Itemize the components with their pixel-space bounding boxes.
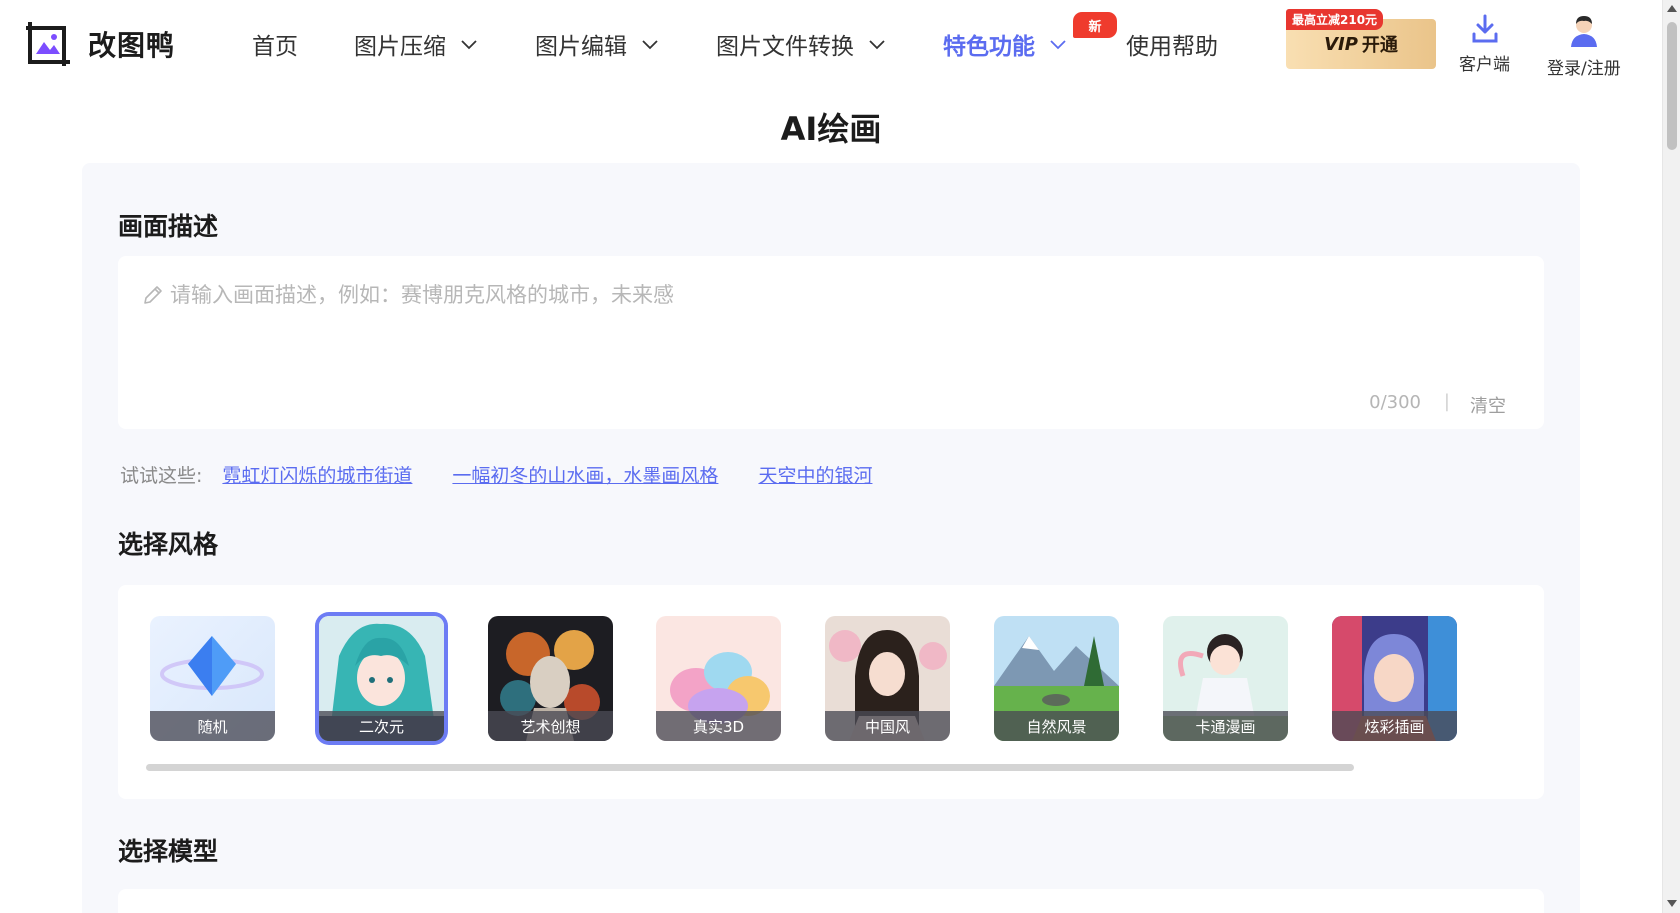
style-card-anime[interactable]: 二次元 bbox=[319, 616, 444, 741]
chevron-down-icon bbox=[869, 40, 885, 50]
pencil-icon bbox=[144, 286, 162, 304]
scroll-up-icon[interactable] bbox=[1667, 5, 1677, 12]
nav-label: 特色功能 bbox=[943, 34, 1035, 60]
style-card-cartoon[interactable]: 卡通漫画 bbox=[1163, 616, 1288, 741]
style-label: 艺术创想 bbox=[488, 711, 613, 741]
vip-open-label: 开通 bbox=[1361, 35, 1398, 56]
nav-item-help[interactable]: 使用帮助 bbox=[1126, 27, 1218, 61]
char-counter: 0/300 bbox=[1369, 392, 1421, 413]
nav-label: 图片编辑 bbox=[535, 34, 627, 60]
style-card-art[interactable]: 艺术创想 bbox=[488, 616, 613, 741]
nav-item-image-edit[interactable]: 图片编辑 bbox=[535, 27, 659, 61]
login-register-button[interactable]: 登录/注册 bbox=[1547, 14, 1621, 79]
description-input[interactable] bbox=[170, 278, 1510, 312]
new-badge: 新 bbox=[1073, 12, 1117, 38]
suggestions-row: 试试这些: 霓虹灯闪烁的城市街道 一幅初冬的山水画，水墨画风格 天空中的银河 bbox=[120, 461, 912, 488]
style-card-3d[interactable]: 真实3D bbox=[656, 616, 781, 741]
clear-button[interactable]: 清空 bbox=[1470, 392, 1506, 418]
suggestions-label: 试试这些: bbox=[120, 465, 203, 487]
style-label: 随机 bbox=[150, 711, 275, 741]
vip-promo-tag: 最高立减210元 bbox=[1286, 9, 1384, 30]
brand-name: 改图鸭 bbox=[88, 29, 176, 62]
suggestion-link[interactable]: 一幅初冬的山水画，水墨画风格 bbox=[452, 461, 718, 488]
logo[interactable]: 改图鸭 bbox=[24, 20, 175, 68]
logo-icon bbox=[24, 20, 72, 68]
nav-item-special-features[interactable]: 特色功能 bbox=[943, 27, 1067, 61]
avatar-icon bbox=[1570, 16, 1597, 47]
style-section-title: 选择风格 bbox=[118, 530, 219, 559]
style-horizontal-scrollbar[interactable] bbox=[146, 764, 1354, 771]
style-label: 中国风 bbox=[825, 711, 950, 741]
model-picker bbox=[118, 889, 1544, 913]
style-card-landscape[interactable]: 自然风景 bbox=[994, 616, 1119, 741]
scroll-down-icon[interactable] bbox=[1667, 900, 1677, 907]
nav-item-image-compress[interactable]: 图片压缩 bbox=[354, 27, 478, 61]
suggestion-link[interactable]: 霓虹灯闪烁的城市街道 bbox=[222, 461, 412, 488]
style-picker: 随机 二次元 艺术创想 真实3D 中国风 自然风景 卡通漫画 炫彩插画 bbox=[118, 585, 1544, 799]
nav-label: 使用帮助 bbox=[1126, 34, 1218, 60]
model-section-title: 选择模型 bbox=[118, 837, 219, 866]
divider: | bbox=[1443, 391, 1450, 412]
description-box: 0/300 | 清空 bbox=[118, 256, 1544, 429]
style-label: 真实3D bbox=[656, 711, 781, 741]
style-card-colorful[interactable]: 炫彩插画 bbox=[1332, 616, 1457, 741]
page-scrollbar[interactable] bbox=[1662, 0, 1680, 913]
style-label: 炫彩插画 bbox=[1332, 711, 1457, 741]
chevron-down-icon bbox=[642, 40, 658, 50]
login-label: 登录/注册 bbox=[1547, 59, 1621, 79]
scroll-thumb[interactable] bbox=[1667, 22, 1677, 150]
nav-label: 首页 bbox=[252, 34, 298, 60]
download-icon bbox=[1472, 14, 1497, 43]
style-card-random[interactable]: 随机 bbox=[150, 616, 275, 741]
style-label: 卡通漫画 bbox=[1163, 711, 1288, 741]
page-title: AI绘画 bbox=[780, 110, 882, 148]
nav-label: 图片压缩 bbox=[354, 34, 446, 60]
style-card-chinese[interactable]: 中国风 bbox=[825, 616, 950, 741]
chevron-down-icon bbox=[1050, 40, 1066, 50]
nav-item-file-convert[interactable]: 图片文件转换 bbox=[716, 27, 886, 61]
style-label: 自然风景 bbox=[994, 711, 1119, 741]
style-label: 二次元 bbox=[319, 711, 444, 741]
nav-label: 图片文件转换 bbox=[716, 34, 854, 60]
chevron-down-icon bbox=[461, 40, 477, 50]
top-header: 改图鸭 首页 图片压缩 图片编辑 图片文件转换 特色功能 新 使用帮助 VIP … bbox=[0, 0, 1662, 92]
description-title: 画面描述 bbox=[118, 212, 219, 241]
suggestion-link[interactable]: 天空中的银河 bbox=[758, 461, 872, 488]
nav-item-home[interactable]: 首页 bbox=[252, 27, 298, 61]
vip-label: VIP bbox=[1324, 33, 1358, 55]
client-label: 客户端 bbox=[1459, 55, 1510, 75]
client-download-button[interactable]: 客户端 bbox=[1459, 14, 1510, 75]
